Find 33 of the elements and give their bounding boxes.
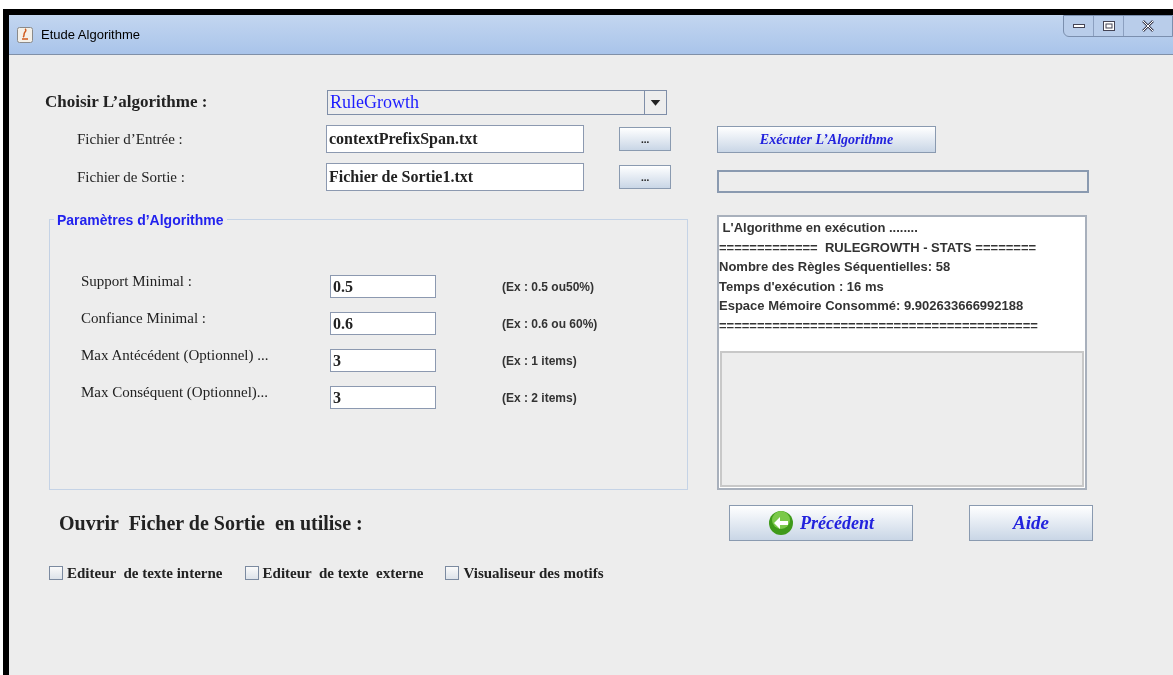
- browse-button[interactable]: ...: [619, 165, 671, 189]
- output-log: L'Algorithme en exécution ........ ============= RULEGROWTH - STATS ======== Nombre des Règles Séquentielles: 58 Temps d'exécution : 16 ms Espace Mémoire Consommé: 9.902633666992188 ==========================================: [719, 219, 1039, 335]
- window-title: Etude Algorithme: [41, 25, 140, 44]
- file-field[interactable]: contextPrefixSpan.txt: [326, 125, 584, 153]
- run-button[interactable]: Exécuter L’Algorithme: [717, 125, 936, 153]
- hint-text: (Ex : 1 items): [502, 352, 577, 370]
- algorithm-dropdown[interactable]: RuleGrowth: [327, 89, 667, 115]
- field-label: Max Conséquent (Optionnel)...: [81, 383, 270, 403]
- field-label: Choisir L’algorithme :: [45, 91, 209, 114]
- file-field[interactable]: Fichier de Sortie1.txt: [326, 163, 584, 191]
- maximize-icon: [1102, 21, 1115, 31]
- app-icon: [17, 26, 33, 43]
- close-icon: [1141, 20, 1155, 32]
- help-button[interactable]: Aide: [969, 505, 1093, 541]
- field-label: Confiance Minimal :: [81, 309, 207, 329]
- back-button[interactable]: Précédent: [729, 505, 913, 541]
- checkbox-option[interactable]: Editeur de texte externe: [244, 562, 424, 585]
- hint-text: (Ex : 2 items): [502, 389, 577, 407]
- parameter-field[interactable]: 3: [330, 349, 436, 372]
- hint-text: (Ex : 0.6 ou 60%): [502, 315, 598, 333]
- minimize-icon: [1072, 23, 1085, 29]
- field-label: Support Minimal :: [81, 272, 193, 292]
- parameter-field[interactable]: 0.5: [330, 275, 436, 298]
- parameter-field[interactable]: 0.6: [330, 312, 436, 335]
- checkbox-option[interactable]: Editeur de texte interne: [49, 562, 223, 585]
- browse-button[interactable]: ...: [619, 127, 671, 151]
- hint-text: (Ex : 0.5 ou50%): [502, 278, 595, 296]
- field-label: Fichier de Sortie :: [77, 167, 186, 187]
- checkbox-option[interactable]: Visualiseur des motifs: [445, 562, 604, 585]
- section-label: Ouvrir Ficher de Sortie en utilise :: [59, 511, 364, 536]
- parameter-field[interactable]: 3: [330, 386, 436, 409]
- field-label: Fichier d’Entrée :: [77, 129, 184, 149]
- field-label: Max Antécédent (Optionnel) ...: [81, 346, 270, 366]
